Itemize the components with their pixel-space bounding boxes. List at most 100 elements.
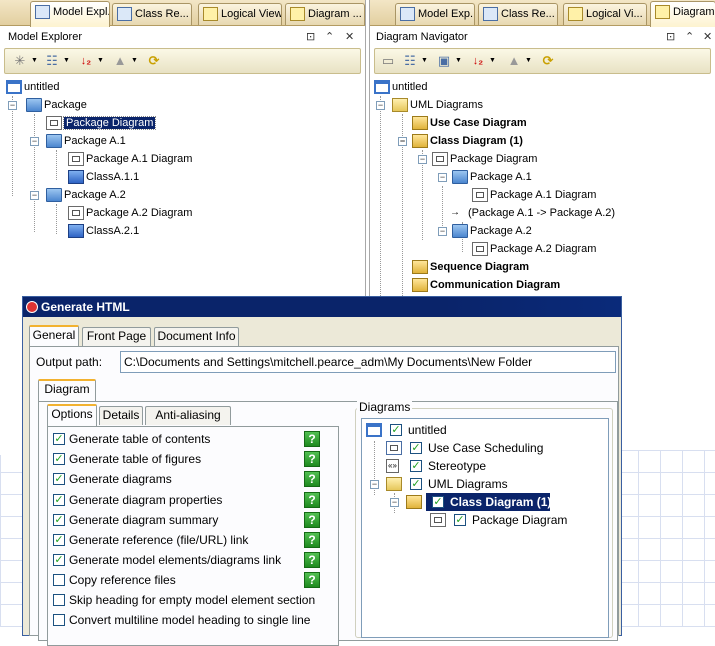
- tree-node-class-a21[interactable]: ClassA.2.1: [4, 222, 139, 240]
- new-diagram-icon[interactable]: ▭: [379, 53, 397, 69]
- chevron-down-icon[interactable]: ▼: [31, 57, 38, 65]
- collapse-icon[interactable]: −: [30, 191, 39, 200]
- pin-icon[interactable]: ⊡: [666, 27, 675, 47]
- tab-logical-view[interactable]: Logical View: [198, 3, 282, 25]
- tab-diagram[interactable]: Diagram: [38, 379, 96, 401]
- tab-model-explorer[interactable]: Model Expl...: [30, 1, 110, 27]
- tree-node-use-case-diagram[interactable]: Use Case Diagram: [372, 114, 527, 132]
- tree-node-package-diagram[interactable]: − Package Diagram: [372, 150, 537, 168]
- view-options-icon[interactable]: ☷: [401, 53, 419, 69]
- help-icon[interactable]: ?: [304, 512, 320, 528]
- chevron-down-icon[interactable]: ▼: [455, 57, 462, 65]
- tab-logical-view[interactable]: Logical Vi...: [563, 3, 647, 25]
- help-icon[interactable]: ?: [304, 552, 320, 568]
- help-icon[interactable]: ?: [304, 431, 320, 447]
- up-arrow-icon[interactable]: ▲: [505, 53, 523, 69]
- tab-model-explorer[interactable]: Model Exp...: [395, 3, 475, 25]
- help-icon[interactable]: ?: [304, 572, 320, 588]
- tree-node-package-a1-diagram[interactable]: Package A.1 Diagram: [4, 150, 192, 168]
- tab-front-page[interactable]: Front Page: [82, 327, 151, 346]
- tree-node-class-diagram[interactable]: − Class Diagram (1): [372, 132, 523, 150]
- collapse-icon[interactable]: −: [398, 137, 407, 146]
- chevron-down-icon[interactable]: ▼: [489, 57, 496, 65]
- tree-node-package-a1-diagram[interactable]: Package A.1 Diagram: [372, 186, 596, 204]
- tree-node-untitled[interactable]: untitled: [372, 78, 427, 96]
- tree-node-package-a2[interactable]: − Package A.2: [4, 186, 126, 204]
- tab-document-info[interactable]: Document Info: [154, 327, 239, 346]
- node-checkbox[interactable]: ✓: [454, 514, 466, 526]
- diagrams-node-uml-diagrams[interactable]: − ✓ UML Diagrams: [366, 475, 508, 493]
- tab-general[interactable]: General: [29, 325, 79, 347]
- tab-diagram-navigator[interactable]: Diagram ...: [285, 3, 365, 25]
- minimize-icon[interactable]: ⌃: [685, 27, 694, 47]
- collapse-icon[interactable]: −: [8, 101, 17, 110]
- tree-node-package-a2-diagram[interactable]: Package A.2 Diagram: [4, 204, 192, 222]
- option-checkbox[interactable]: [53, 574, 65, 586]
- collapse-icon[interactable]: −: [438, 227, 447, 236]
- node-checkbox[interactable]: ✓: [432, 496, 444, 508]
- tree-node-package-diagram[interactable]: Package Diagram: [4, 114, 157, 132]
- diagrams-node-untitled[interactable]: ✓ untitled: [366, 421, 447, 439]
- tab-class-repository[interactable]: Class Re...: [112, 3, 192, 25]
- up-arrow-icon[interactable]: ▲: [111, 53, 129, 69]
- collapse-icon[interactable]: −: [418, 155, 427, 164]
- tree-node-package[interactable]: − Package: [4, 96, 87, 114]
- diagrams-node-class-diagram[interactable]: − ✓ Class Diagram (1): [366, 493, 551, 511]
- collapse-icon[interactable]: −: [376, 101, 385, 110]
- tree-node-package-a2[interactable]: − Package A.2: [372, 222, 532, 240]
- help-icon[interactable]: ?: [304, 471, 320, 487]
- tree-node-package-a1[interactable]: − Package A.1: [4, 132, 126, 150]
- refresh-icon[interactable]: ⟳: [539, 53, 557, 69]
- help-icon[interactable]: ?: [304, 532, 320, 548]
- new-icon[interactable]: ✳: [11, 53, 29, 69]
- tab-anti-aliasing[interactable]: Anti-aliasing: [145, 406, 231, 425]
- help-icon[interactable]: ?: [304, 451, 320, 467]
- chevron-down-icon[interactable]: ▼: [63, 57, 70, 65]
- tree-node-package-a2-diagram[interactable]: Package A.2 Diagram: [372, 240, 596, 258]
- node-checkbox[interactable]: ✓: [390, 424, 402, 436]
- close-icon[interactable]: ✕: [345, 27, 354, 47]
- option-checkbox[interactable]: ✓: [53, 514, 65, 526]
- output-path-field[interactable]: C:\Documents and Settings\mitchell.pearc…: [120, 351, 616, 373]
- help-icon[interactable]: ?: [304, 492, 320, 508]
- tree-node-class-a11[interactable]: ClassA.1.1: [4, 168, 139, 186]
- tree-node-sequence-diagram[interactable]: Sequence Diagram: [372, 258, 529, 276]
- sort-icon[interactable]: ↓₂: [77, 53, 95, 69]
- sort-icon[interactable]: ↓₂: [469, 53, 487, 69]
- collapse-icon[interactable]: −: [390, 498, 399, 507]
- option-checkbox[interactable]: [53, 594, 65, 606]
- pin-icon[interactable]: ⊡: [306, 27, 315, 47]
- chevron-down-icon[interactable]: ▼: [421, 57, 428, 65]
- chevron-down-icon[interactable]: ▼: [131, 57, 138, 65]
- chevron-down-icon[interactable]: ▼: [97, 57, 104, 65]
- tree-node-package-a1[interactable]: − Package A.1: [372, 168, 532, 186]
- node-checkbox[interactable]: ✓: [410, 478, 422, 490]
- diagrams-node-stereotype[interactable]: «» ✓ Stereotype: [366, 457, 486, 475]
- option-checkbox[interactable]: ✓: [53, 433, 65, 445]
- option-checkbox[interactable]: ✓: [53, 494, 65, 506]
- diagrams-node-use-case-scheduling[interactable]: ✓ Use Case Scheduling: [366, 439, 543, 457]
- node-checkbox[interactable]: ✓: [410, 442, 422, 454]
- close-icon[interactable]: ✕: [703, 27, 712, 47]
- minimize-icon[interactable]: ⌃: [325, 27, 334, 47]
- tree-node-uml-diagrams[interactable]: − UML Diagrams: [372, 96, 483, 114]
- tree-node-untitled[interactable]: untitled: [4, 78, 59, 96]
- option-checkbox[interactable]: ✓: [53, 534, 65, 546]
- collapse-icon[interactable]: −: [30, 137, 39, 146]
- tab-options[interactable]: Options: [47, 404, 97, 426]
- node-checkbox[interactable]: ✓: [410, 460, 422, 472]
- collapse-icon[interactable]: −: [370, 480, 379, 489]
- option-checkbox[interactable]: ✓: [53, 554, 65, 566]
- tab-diagram-navigator[interactable]: Diagram: [650, 1, 715, 27]
- option-checkbox[interactable]: ✓: [53, 453, 65, 465]
- folder-icon[interactable]: ▣: [435, 53, 453, 69]
- option-checkbox[interactable]: ✓: [53, 473, 65, 485]
- tree-node-communication-diagram[interactable]: Communication Diagram: [372, 276, 560, 294]
- collapse-icon[interactable]: −: [438, 173, 447, 182]
- tree-node-dependency[interactable]: → (Package A.1 -> Package A.2): [372, 204, 615, 222]
- tab-class-repository[interactable]: Class Re...: [478, 3, 558, 25]
- view-options-icon[interactable]: ☷: [43, 53, 61, 69]
- refresh-icon[interactable]: ⟳: [145, 53, 163, 69]
- option-checkbox[interactable]: [53, 614, 65, 626]
- chevron-down-icon[interactable]: ▼: [525, 57, 532, 65]
